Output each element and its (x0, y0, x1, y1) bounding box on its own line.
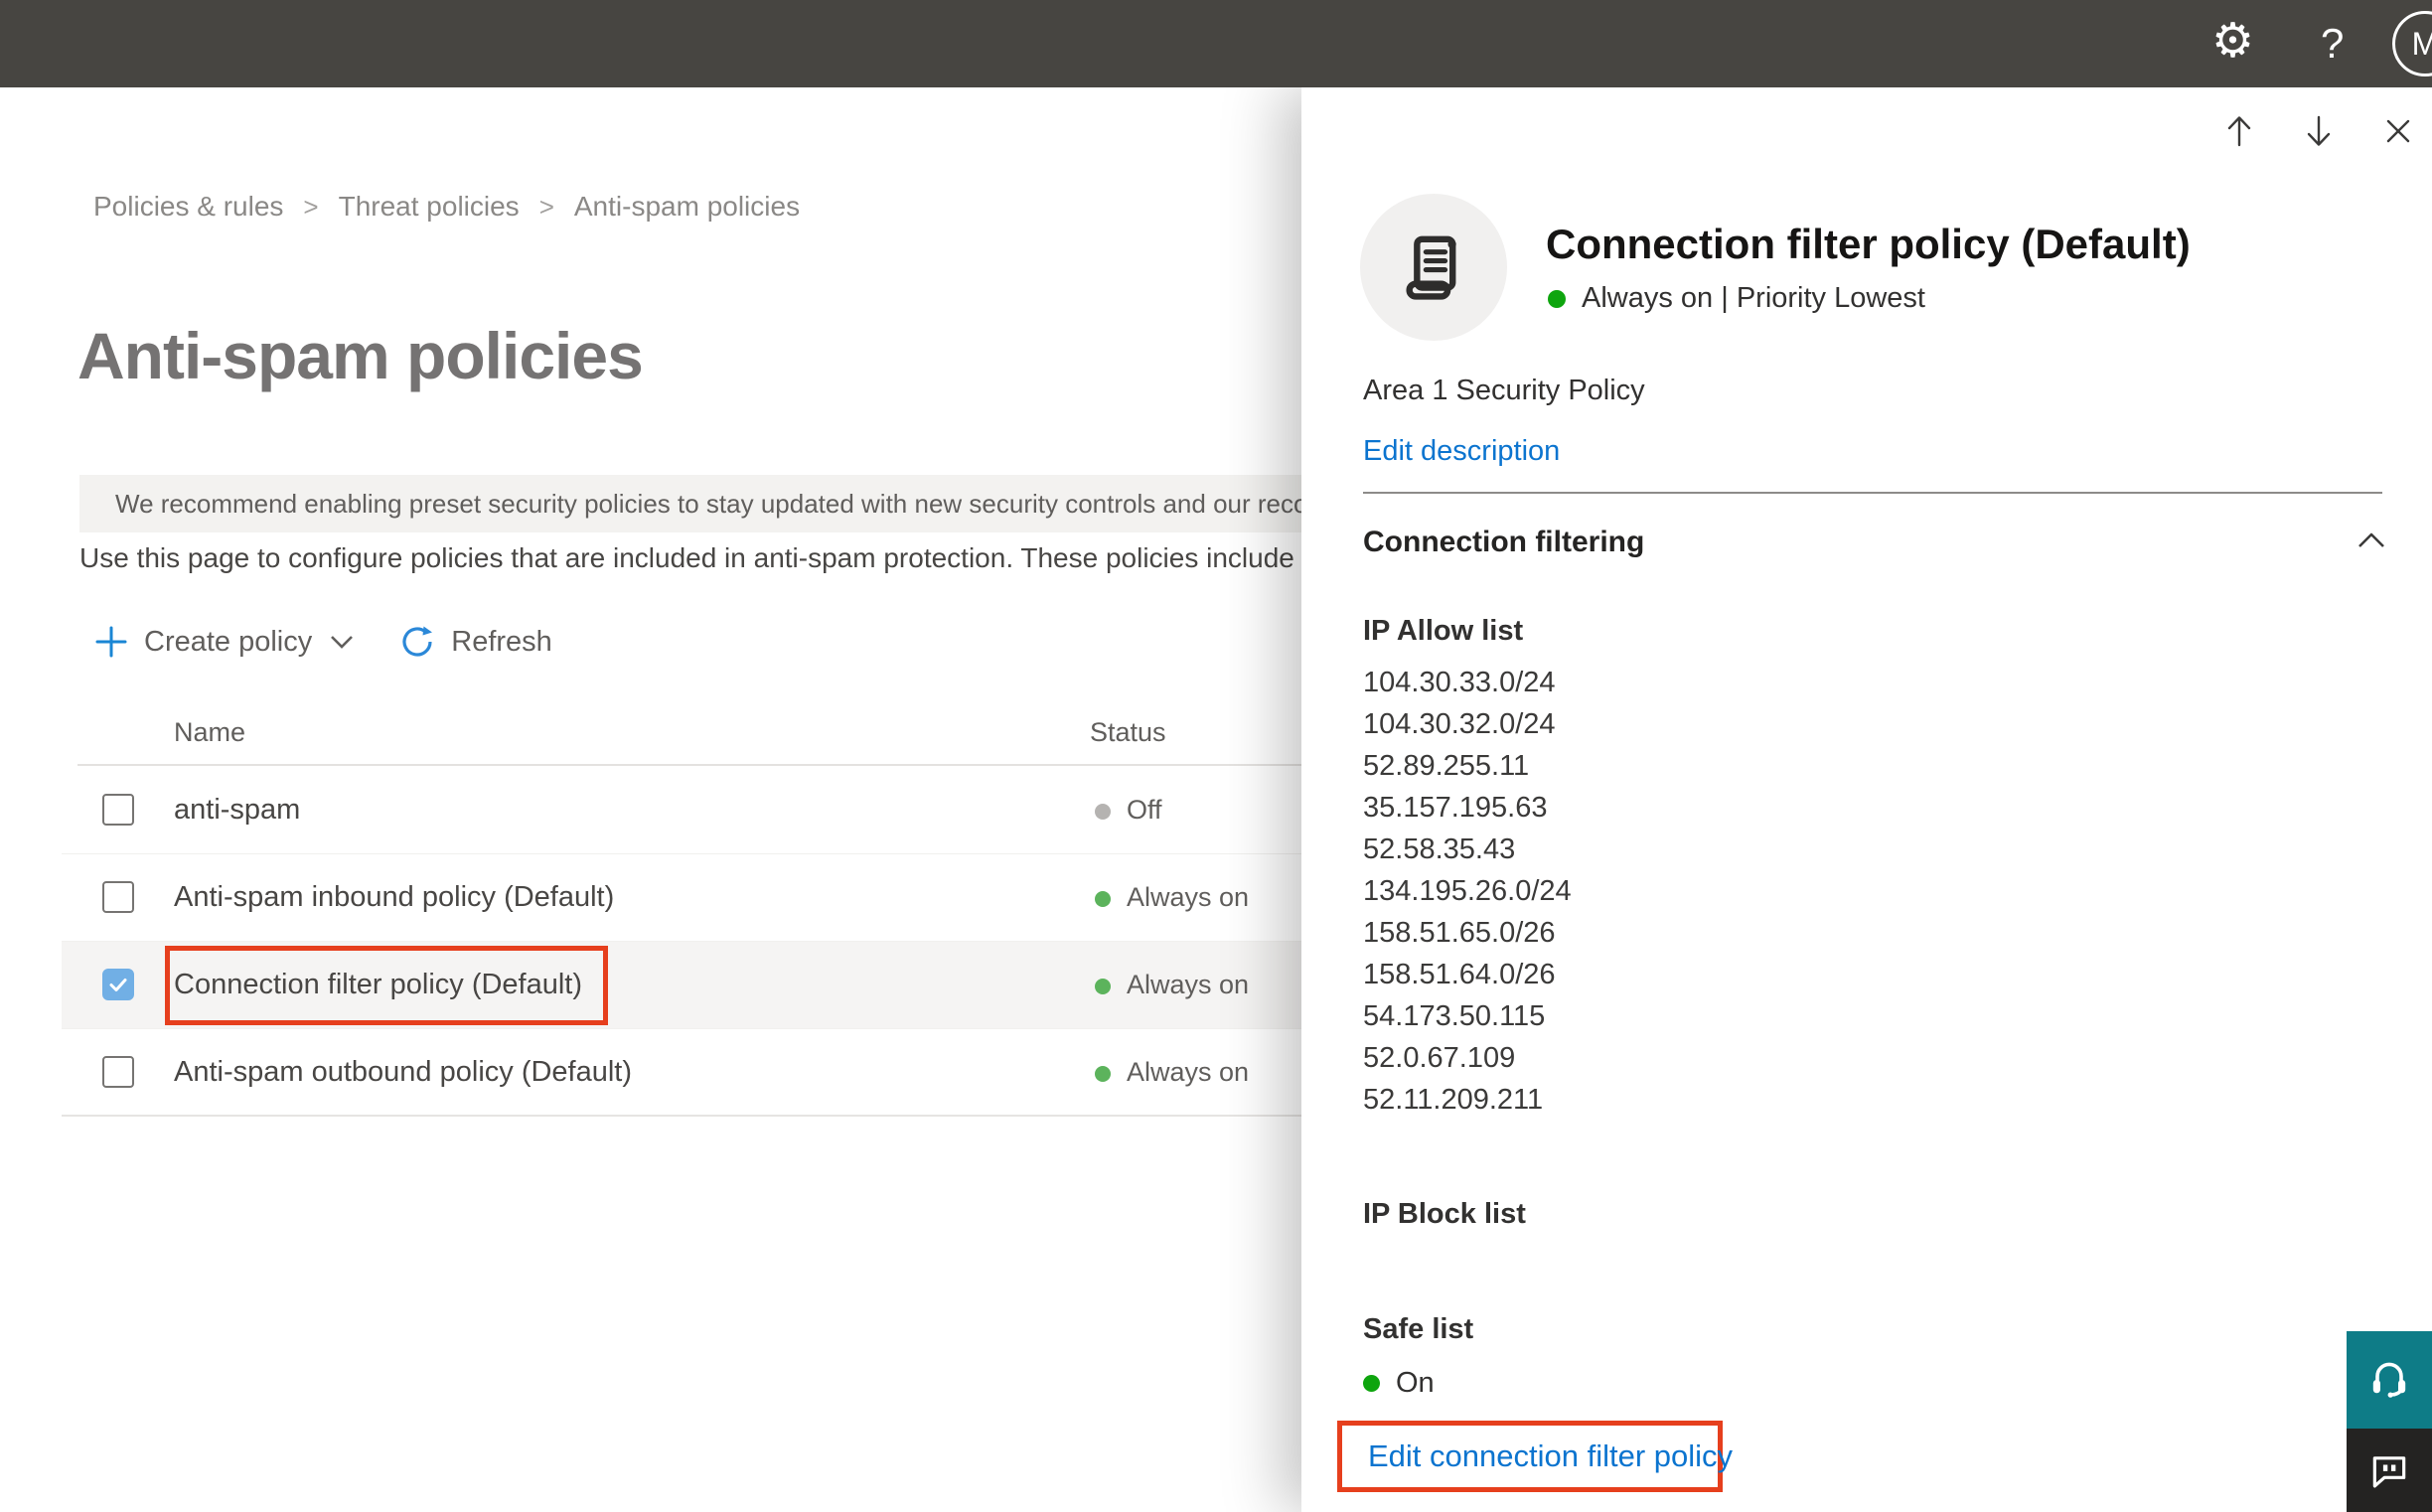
headset-icon (2372, 1362, 2406, 1398)
policy-details-flyout: Connection filter policy (Default) Alway… (1301, 87, 2432, 1512)
policy-name[interactable]: Connection filter policy (Default) (174, 969, 582, 1001)
flyout-status-text: Always on | Priority Lowest (1582, 282, 1925, 314)
flyout-status-line: Always on | Priority Lowest (1548, 282, 1925, 315)
policy-name[interactable]: Anti-spam inbound policy (Default) (174, 881, 614, 914)
avatar[interactable]: M (2392, 11, 2432, 76)
breadcrumb-separator-icon: > (303, 191, 319, 222)
breadcrumb-policies-rules[interactable]: Policies & rules (93, 191, 283, 223)
arrow-down-icon[interactable] (2301, 113, 2337, 149)
section-connection-filtering: Connection filtering (1363, 526, 1645, 558)
create-policy-label: Create policy (144, 625, 313, 658)
status-dot (1095, 1066, 1111, 1082)
ip-entry: 54.173.50.115 (1363, 1000, 1546, 1032)
help-icon[interactable]: ? (2321, 18, 2344, 70)
table-row[interactable]: anti-spam Off (62, 767, 1301, 854)
toolbar: Create policy Refresh (94, 614, 552, 670)
policy-name[interactable]: Anti-spam outbound policy (Default) (174, 1056, 632, 1089)
flyout-divider (1363, 492, 2382, 494)
breadcrumb-anti-spam-policies[interactable]: Anti-spam policies (574, 191, 800, 223)
page-description: Use this page to configure policies that… (79, 542, 1294, 573)
ip-entry: 52.58.35.43 (1363, 833, 1516, 865)
create-policy-button[interactable]: Create policy (94, 625, 354, 659)
edit-description-link[interactable]: Edit description (1363, 435, 1560, 468)
status-label: Always on (1127, 970, 1250, 999)
ip-entry: 104.30.33.0/24 (1363, 667, 1556, 698)
table-row[interactable]: Anti-spam inbound policy (Default) Alway… (62, 854, 1301, 942)
close-icon[interactable] (2380, 113, 2416, 149)
scroll-policy-icon (1406, 235, 1456, 300)
refresh-icon (402, 626, 433, 657)
status-dot (1095, 804, 1111, 820)
ip-entry: 52.89.255.11 (1363, 750, 1530, 782)
table-row-selected[interactable]: Connection filter policy (Default) Alway… (62, 942, 1301, 1029)
chevron-down-icon (331, 636, 354, 649)
ip-entry: 158.51.64.0/26 (1363, 959, 1556, 990)
table-header-divider (77, 764, 1301, 766)
ip-entry: 52.0.67.109 (1363, 1042, 1516, 1074)
column-header-name[interactable]: Name (174, 717, 245, 748)
row-checkbox[interactable] (102, 794, 134, 826)
status-label: Always on (1127, 882, 1250, 912)
policy-description: Area 1 Security Policy (1363, 375, 1645, 406)
status-label: Always on (1127, 1057, 1250, 1087)
chat-bubble-icon (2372, 1456, 2406, 1488)
app-root: ⚙ ? M Policies & rules > Threat policies… (0, 0, 2432, 1512)
policy-icon-circle (1360, 194, 1507, 341)
ip-entry: 104.30.32.0/24 (1363, 708, 1556, 740)
plus-icon (95, 626, 127, 658)
refresh-button[interactable]: Refresh (399, 624, 552, 660)
flyout-nav (2221, 113, 2416, 149)
safe-list-status-text: On (1396, 1367, 1435, 1399)
ip-entry: 158.51.65.0/26 (1363, 917, 1556, 949)
column-header-status[interactable]: Status (1090, 717, 1166, 748)
row-checkbox-checked[interactable] (102, 969, 134, 1000)
arrow-up-icon[interactable] (2221, 113, 2257, 149)
page-title: Anti-spam policies (77, 319, 644, 392)
ip-allow-list-title: IP Allow list (1363, 615, 1524, 647)
ip-entry: 35.157.195.63 (1363, 792, 1548, 824)
edit-link-highlight-box: Edit connection filter policy (1337, 1421, 1733, 1492)
ip-entry: 134.195.26.0/24 (1363, 875, 1572, 907)
status-dot (1548, 289, 1566, 308)
banner-text: We recommend enabling preset security po… (115, 488, 1333, 519)
breadcrumb-separator-icon: > (538, 191, 554, 222)
ip-block-list-title: IP Block list (1363, 1198, 1526, 1230)
safe-list-title: Safe list (1363, 1313, 1474, 1345)
recommendation-banner: We recommend enabling preset security po… (79, 475, 1333, 532)
edit-connection-filter-policy-link[interactable]: Edit connection filter policy (1368, 1438, 1733, 1474)
status-dot (1363, 1375, 1380, 1392)
status-dot (1095, 979, 1111, 994)
support-button[interactable] (2347, 1331, 2432, 1429)
top-bar: ⚙ ? M (0, 0, 2432, 87)
status-label: Off (1127, 795, 1162, 825)
refresh-label: Refresh (451, 625, 552, 658)
breadcrumb-threat-policies[interactable]: Threat policies (339, 191, 520, 223)
ip-entry: 52.11.209.211 (1363, 1084, 1544, 1116)
breadcrumb: Policies & rules > Threat policies > Ant… (93, 191, 800, 223)
flyout-title: Connection filter policy (Default) (1546, 221, 2191, 267)
table-row[interactable]: Anti-spam outbound policy (Default) Alwa… (62, 1029, 1301, 1117)
row-checkbox[interactable] (102, 881, 134, 913)
feedback-chat-button[interactable] (2347, 1429, 2432, 1512)
gear-icon[interactable]: ⚙ (2211, 14, 2254, 70)
chevron-up-icon[interactable] (2356, 531, 2386, 549)
status-dot (1095, 891, 1111, 907)
ip-allow-list: 104.30.33.0/24 104.30.32.0/24 52.89.255.… (1363, 662, 1572, 1121)
row-checkbox[interactable] (102, 1056, 134, 1088)
safe-list-status: On (1363, 1367, 1435, 1400)
checkmark-icon (109, 979, 127, 991)
policy-name[interactable]: anti-spam (174, 794, 300, 827)
